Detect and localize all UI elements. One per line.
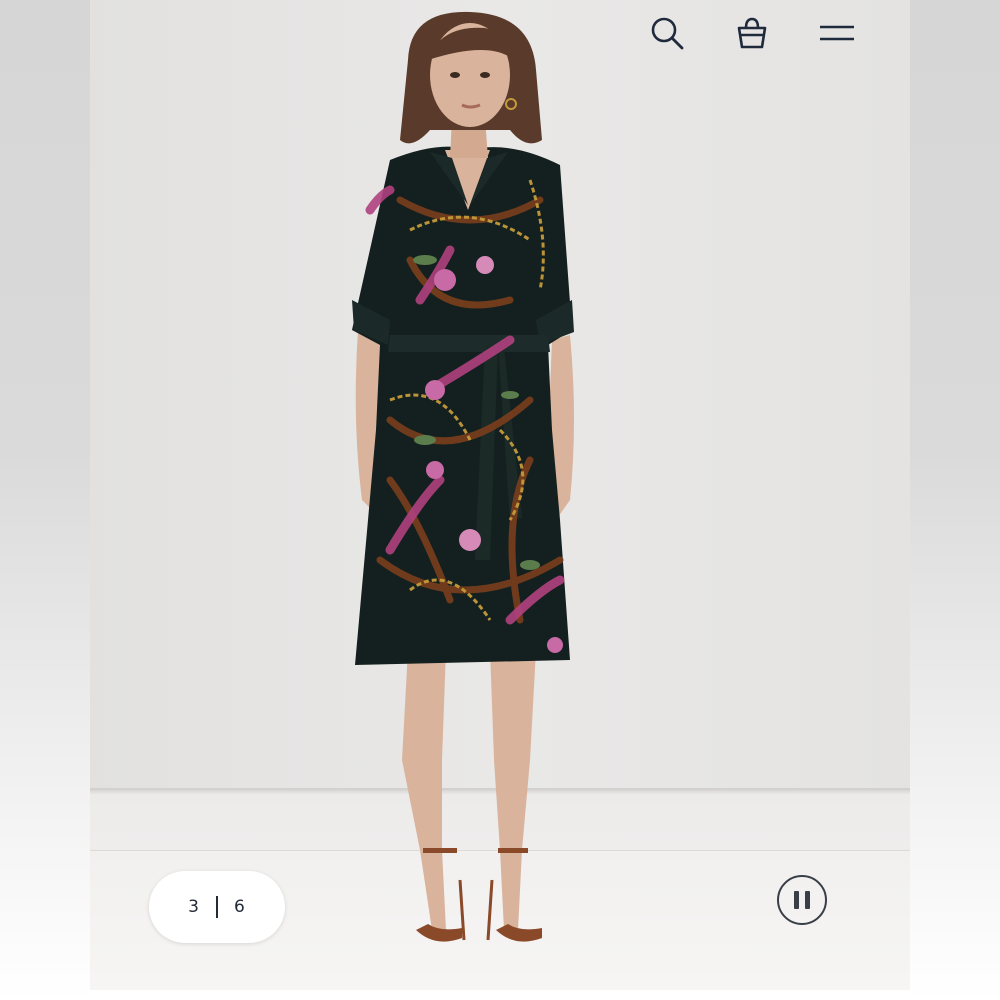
shopping-bag-icon	[737, 17, 767, 49]
product-media-viewer[interactable]	[90, 0, 910, 990]
pause-button[interactable]	[777, 875, 827, 925]
pager-separator	[216, 896, 218, 918]
pager-current: 3	[188, 897, 200, 917]
pause-icon	[794, 891, 799, 909]
pager-total: 6	[234, 897, 246, 917]
left-backdrop	[0, 0, 90, 1000]
right-backdrop	[910, 0, 1000, 1000]
shopping-bag-button[interactable]	[732, 13, 772, 53]
menu-button[interactable]	[817, 13, 857, 53]
hamburger-menu-icon	[820, 25, 854, 41]
pause-icon-bar	[805, 891, 810, 909]
gallery-pager: 3 6	[149, 871, 285, 943]
product-photo-model	[352, 11, 574, 942]
search-button[interactable]	[647, 13, 687, 53]
search-icon	[651, 17, 684, 50]
